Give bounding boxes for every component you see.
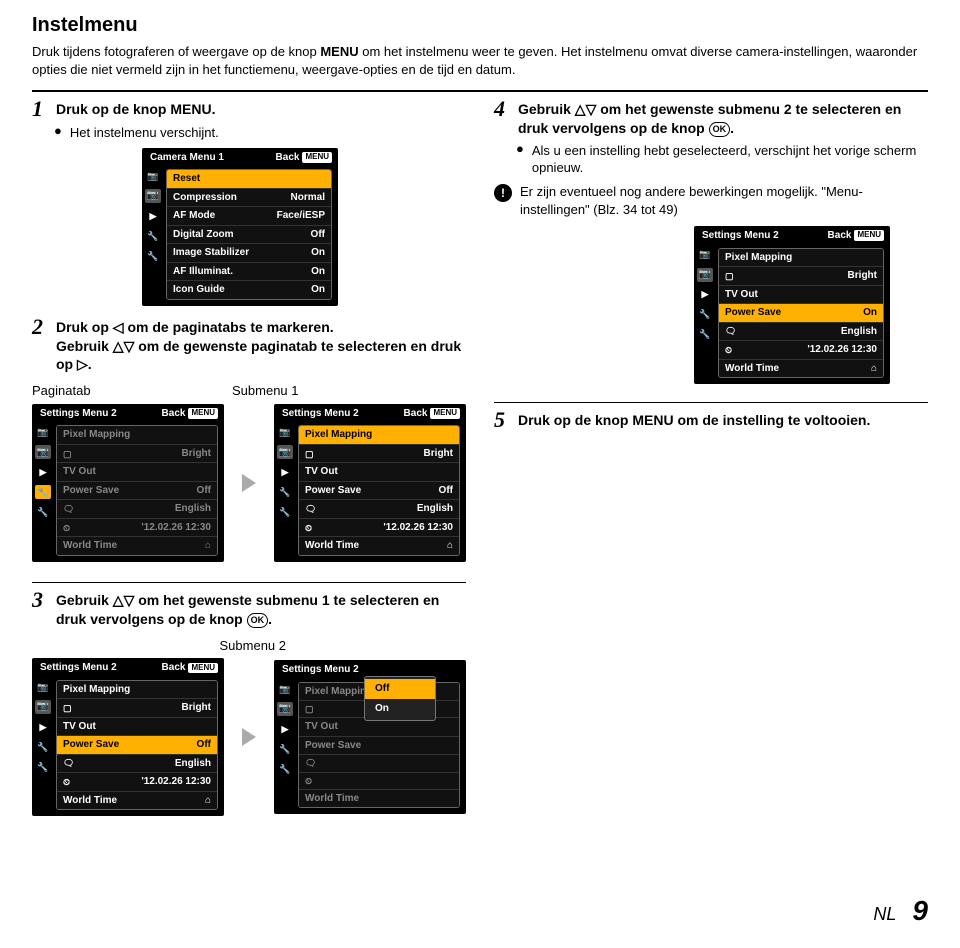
submenu2-label: Submenu 2 xyxy=(32,637,466,655)
settings-menu-power-save: Settings Menu 2 BackMENU 📷 📷 ▶ 🔧 🔧 Pixel… xyxy=(32,658,224,816)
step-3-menus: Settings Menu 2 BackMENU 📷 📷 ▶ 🔧 🔧 Pixel… xyxy=(32,658,466,816)
divider xyxy=(32,582,466,583)
settings-menu-tab: Settings Menu 2 BackMENU 📷 📷 ▶ 🔧 🔧 Pixel… xyxy=(32,404,224,562)
lang-icon: 🗨 xyxy=(63,503,74,515)
info-icon: ! xyxy=(494,184,512,202)
menu-word: MENU xyxy=(320,44,358,59)
step-4-bullet: ●Als u een instelling hebt geselecteerd,… xyxy=(516,142,928,177)
settings-menu-submenu1: Settings Menu 2 BackMENU 📷 📷 ▶ 🔧 🔧 Pixel… xyxy=(274,404,466,562)
wrench-icon: 🔧 xyxy=(146,249,160,263)
play-icon: ▶ xyxy=(146,209,160,223)
step-2-menus: Settings Menu 2 BackMENU 📷 📷 ▶ 🔧 🔧 Pixel… xyxy=(32,404,466,562)
step-5: 5 Druk op de knop MENU om de instelling … xyxy=(494,411,928,431)
step-3: 3 Gebruik △▽ om het gewenste submenu 1 t… xyxy=(32,591,466,629)
clock-icon: ⏲ xyxy=(63,522,70,534)
up-down-triangle-icon: △▽ xyxy=(113,338,135,354)
arrow-right-icon xyxy=(242,474,256,492)
up-down-triangle-icon: △▽ xyxy=(113,592,135,608)
wrench-icon: 🔧 xyxy=(146,229,160,243)
step-2-labels: Paginatab Submenu 1 xyxy=(32,382,466,400)
step-1: 1 Druk op de knop MENU. xyxy=(32,100,466,120)
step-4: 4 Gebruik △▽ om het gewenste submenu 2 t… xyxy=(494,100,928,138)
ok-button-icon: OK xyxy=(709,122,731,137)
camera-icon: 📷 xyxy=(146,169,160,183)
camera2-icon: 📷 xyxy=(145,189,161,203)
divider xyxy=(32,90,928,92)
divider xyxy=(494,402,928,403)
step-4-note: ! Er zijn eventueel nog andere bewerking… xyxy=(494,183,928,218)
arrow-right-icon xyxy=(242,728,256,746)
settings-menu-result: Settings Menu 2 BackMENU 📷 📷 ▶ 🔧 🔧 Pixel… xyxy=(694,226,890,384)
display-icon: ▢ xyxy=(63,448,72,460)
page-footer: NL 9 xyxy=(873,892,928,930)
intro-text: Druk tijdens fotograferen of weergave op… xyxy=(32,43,928,78)
ok-button-icon: OK xyxy=(247,613,269,628)
page-title: Instelmenu xyxy=(32,12,928,39)
settings-menu-popup: Settings Menu 2 BackMENU 📷 📷 ▶ 🔧 🔧 Pixel… xyxy=(274,660,466,814)
step-2: 2 Druk op ◁ om de paginatabs te markeren… xyxy=(32,318,466,375)
step-1-bullet: ●Het instelmenu verschijnt. xyxy=(54,124,466,142)
left-triangle-icon: ◁ xyxy=(113,319,124,335)
popup-off-on: Off On xyxy=(364,676,436,721)
home-icon: ⌂ xyxy=(205,539,211,553)
up-down-triangle-icon: △▽ xyxy=(575,101,597,117)
right-triangle-icon: ▷ xyxy=(77,356,88,372)
camera-menu-1: Camera Menu 1 BackMENU 📷 📷 ▶ 🔧 🔧 Reset C… xyxy=(142,148,338,306)
